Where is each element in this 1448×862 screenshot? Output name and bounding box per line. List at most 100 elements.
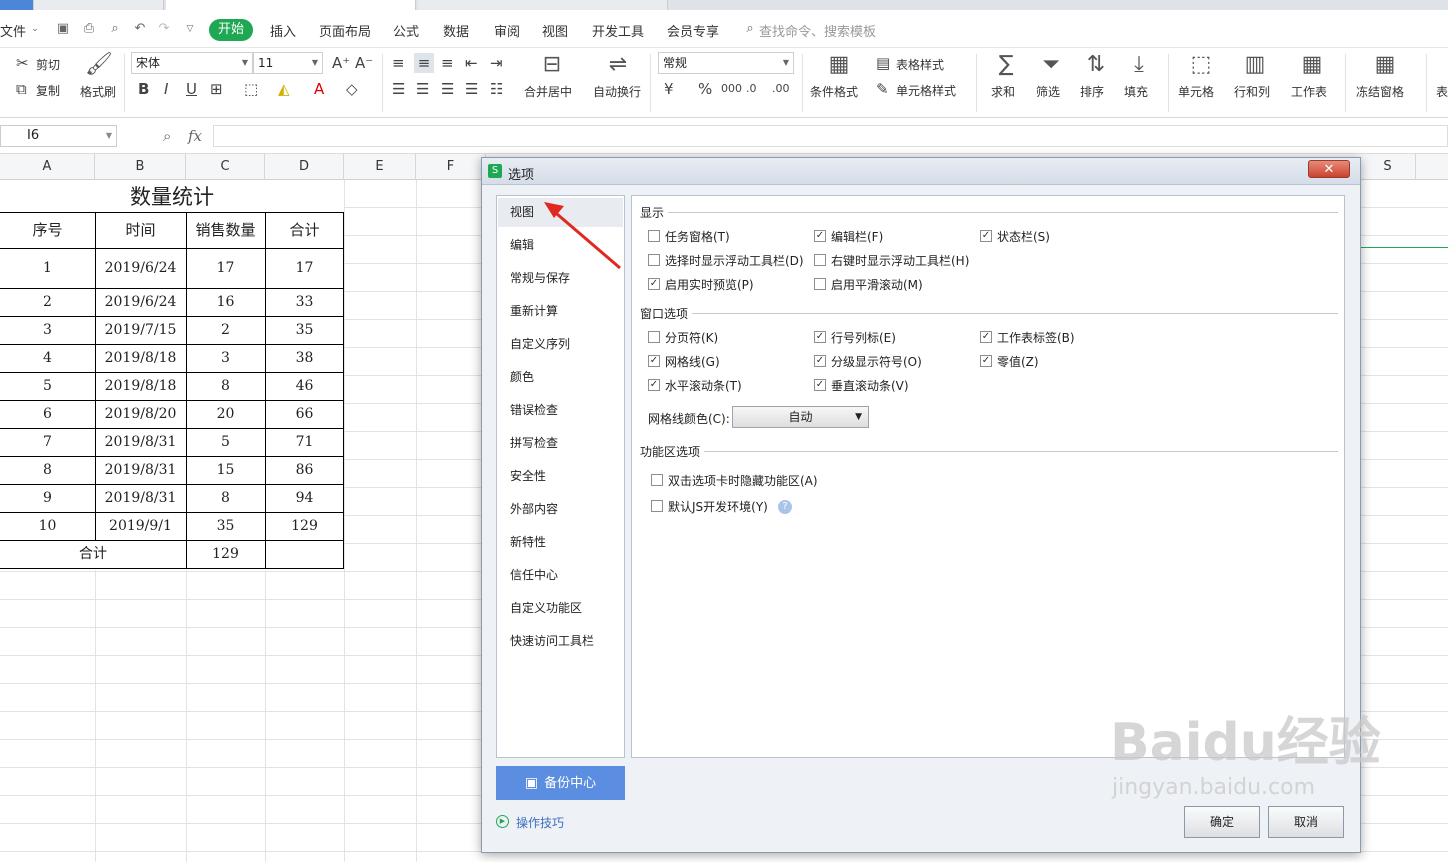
- table-cell[interactable]: 6: [0, 400, 95, 428]
- conditional-format-button[interactable]: 条件格式: [810, 83, 858, 100]
- format-painter-button[interactable]: 格式刷: [80, 83, 116, 100]
- table-cell[interactable]: 2019/9/1: [95, 512, 186, 540]
- column-header-f[interactable]: F: [416, 154, 486, 180]
- checkbox-checked-icon[interactable]: ✓: [648, 379, 660, 391]
- worksheet-button[interactable]: 工作表: [1291, 83, 1327, 100]
- nav-item[interactable]: 自定义功能区: [498, 594, 623, 623]
- checkbox-checked-icon[interactable]: ✓: [814, 230, 826, 242]
- column-header-s[interactable]: S: [1360, 154, 1416, 180]
- checkbox-unchecked-icon[interactable]: [648, 331, 660, 343]
- table-cell[interactable]: 8: [186, 484, 265, 512]
- table-cell[interactable]: 2019/8/31: [95, 456, 186, 484]
- decrease-decimal-icon[interactable]: .00: [772, 81, 790, 97]
- menu-data[interactable]: 数据: [443, 21, 469, 40]
- chevron-down-icon[interactable]: ⌄: [28, 22, 42, 36]
- nav-item[interactable]: 信任中心: [498, 561, 623, 590]
- option-checkbox[interactable]: 启用平滑滚动(M): [814, 278, 923, 292]
- option-checkbox[interactable]: ✓ 水平滚动条(T): [648, 379, 742, 393]
- checkbox-unchecked-icon[interactable]: [648, 254, 660, 266]
- table-cell[interactable]: 35: [186, 512, 265, 540]
- name-box[interactable]: I6 ▼: [0, 125, 117, 147]
- table-cell[interactable]: 4: [0, 344, 95, 372]
- table-cell[interactable]: 5: [0, 372, 95, 400]
- table-cell[interactable]: 86: [265, 456, 344, 484]
- freeze-panes-button[interactable]: 冻结窗格: [1356, 83, 1404, 100]
- rows-cols-button[interactable]: 行和列: [1234, 83, 1270, 100]
- table-cell[interactable]: 129: [265, 512, 344, 540]
- fill-button[interactable]: 填充: [1124, 83, 1148, 100]
- thousands-icon[interactable]: 000: [721, 81, 742, 97]
- table-tools-button[interactable]: 表: [1436, 83, 1448, 100]
- cancel-button[interactable]: 取消: [1268, 806, 1344, 838]
- table-cell[interactable]: 2019/6/24: [95, 288, 186, 316]
- menu-start[interactable]: 开始: [209, 19, 253, 41]
- nav-item[interactable]: 外部内容: [498, 495, 623, 524]
- cell-style-button[interactable]: 单元格样式: [896, 82, 956, 99]
- customize-toolbar-icon[interactable]: ▽: [183, 22, 197, 36]
- column-header-b[interactable]: B: [95, 154, 186, 180]
- nav-item[interactable]: 拼写检查: [498, 429, 623, 458]
- table-cell[interactable]: 10: [0, 512, 95, 540]
- table-cell[interactable]: 8: [0, 456, 95, 484]
- menu-insert[interactable]: 插入: [270, 21, 296, 40]
- nav-item[interactable]: 错误检查: [498, 396, 623, 425]
- align-left-icon[interactable]: ☰: [392, 81, 405, 97]
- table-cell[interactable]: 16: [186, 288, 265, 316]
- option-checkbox[interactable]: ✓ 工作表标签(B): [980, 331, 1075, 345]
- table-cell[interactable]: 2019/8/18: [95, 344, 186, 372]
- filter-button[interactable]: 筛选: [1036, 83, 1060, 100]
- checkbox-unchecked-icon[interactable]: [648, 230, 660, 242]
- merge-center-button[interactable]: 合并居中: [524, 83, 572, 100]
- menu-page-layout[interactable]: 页面布局: [319, 21, 371, 40]
- table-cell[interactable]: 8: [186, 372, 265, 400]
- indent-decrease-icon[interactable]: ⇤: [465, 55, 478, 71]
- checkbox-checked-icon[interactable]: ✓: [648, 355, 660, 367]
- option-checkbox[interactable]: 双击选项卡时隐藏功能区(A): [651, 474, 818, 488]
- increase-decimal-icon[interactable]: .0: [746, 81, 757, 97]
- option-checkbox[interactable]: 任务窗格(T): [648, 230, 730, 244]
- redo-icon[interactable]: ↷: [157, 22, 171, 36]
- command-search[interactable]: 查找命令、搜索模板: [759, 21, 876, 40]
- nav-item[interactable]: 颜色: [498, 363, 623, 392]
- checkbox-unchecked-icon[interactable]: [814, 254, 826, 266]
- table-cell[interactable]: 46: [265, 372, 344, 400]
- font-color-icon[interactable]: A: [314, 81, 324, 97]
- option-checkbox[interactable]: ✓ 分级显示符号(O): [814, 355, 922, 369]
- table-cell[interactable]: 2019/8/20: [95, 400, 186, 428]
- checkbox-checked-icon[interactable]: ✓: [980, 230, 992, 242]
- option-checkbox[interactable]: 默认JS开发环境(Y): [651, 500, 768, 514]
- close-button[interactable]: ✕: [1308, 160, 1350, 178]
- table-cell[interactable]: 9: [0, 484, 95, 512]
- align-bottom-icon[interactable]: ≡: [441, 55, 454, 71]
- table-cell[interactable]: 71: [265, 428, 344, 456]
- menu-formula[interactable]: 公式: [393, 21, 419, 40]
- ok-button[interactable]: 确定: [1184, 806, 1260, 838]
- table-cell[interactable]: 7: [0, 428, 95, 456]
- font-size-select[interactable]: 11 ▼: [253, 52, 323, 74]
- option-checkbox[interactable]: ✓ 编辑栏(F): [814, 230, 883, 244]
- table-cell[interactable]: 66: [265, 400, 344, 428]
- underline-icon[interactable]: U: [186, 81, 197, 97]
- nav-item[interactable]: 新特性: [498, 528, 623, 557]
- sort-button[interactable]: 排序: [1080, 83, 1104, 100]
- table-cell[interactable]: 3: [0, 316, 95, 344]
- table-cell[interactable]: 94: [265, 484, 344, 512]
- table-style-button[interactable]: 表格样式: [896, 56, 944, 73]
- table-cell[interactable]: 38: [265, 344, 344, 372]
- print-preview-icon[interactable]: ⌕: [108, 22, 122, 36]
- table-cell[interactable]: 20: [186, 400, 265, 428]
- option-checkbox[interactable]: 选择时显示浮动工具栏(D): [648, 254, 804, 268]
- option-checkbox[interactable]: 分页符(K): [648, 331, 718, 345]
- table-cell[interactable]: 2: [186, 316, 265, 344]
- menu-file[interactable]: 文件: [0, 21, 26, 40]
- table-cell[interactable]: 2: [0, 288, 95, 316]
- fx-icon[interactable]: fx: [188, 127, 202, 145]
- table-cell[interactable]: 17: [265, 248, 344, 288]
- menu-review[interactable]: 审阅: [494, 21, 520, 40]
- zoom-icon[interactable]: ⌕: [163, 127, 171, 145]
- clear-icon[interactable]: ◇: [346, 81, 358, 97]
- nav-item[interactable]: 快速访问工具栏: [498, 627, 623, 656]
- table-cell[interactable]: 3: [186, 344, 265, 372]
- checkbox-unchecked-icon[interactable]: [651, 474, 663, 486]
- table-cell[interactable]: 1: [0, 248, 95, 288]
